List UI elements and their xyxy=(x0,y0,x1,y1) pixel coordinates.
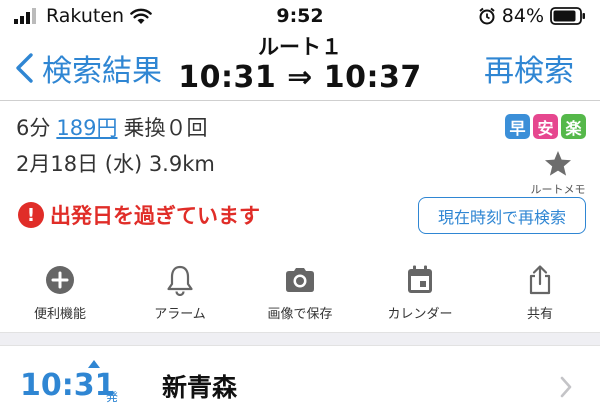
status-bar: Rakuten 9:52 84% xyxy=(0,0,600,34)
departure-tag: 発 xyxy=(106,390,119,404)
bell-icon xyxy=(167,265,193,296)
route-memo-button[interactable]: ルートメモ xyxy=(530,150,586,197)
alarm-button[interactable]: アラーム xyxy=(120,264,240,326)
transfer-count: 乗換０回 xyxy=(123,116,208,140)
camera-icon xyxy=(286,268,314,292)
badge-fastest: 早 xyxy=(505,114,530,139)
calendar-button[interactable]: カレンダー xyxy=(360,264,480,326)
star-icon xyxy=(545,151,571,176)
utility-button[interactable]: 便利機能 xyxy=(0,264,120,326)
section-separator xyxy=(0,332,600,346)
date-warning: ! 出発日を過ぎています xyxy=(18,200,260,230)
plus-circle-icon xyxy=(46,266,74,294)
caret-up-icon xyxy=(88,360,100,368)
route-memo-label: ルートメモ xyxy=(530,183,586,196)
search-now-button[interactable]: 現在時刻で再検索 xyxy=(418,197,586,234)
route-header: ルート１ 10:31 ⇒ 10:37 xyxy=(150,34,450,96)
battery-icon xyxy=(550,7,585,25)
route-times: 10:31 ⇒ 10:37 xyxy=(178,60,422,95)
navigation-bar: 検索結果 ルート１ 10:31 ⇒ 10:37 再検索 xyxy=(0,34,600,100)
calendar-label: カレンダー xyxy=(387,307,453,322)
fare-link[interactable]: 189円 xyxy=(56,112,117,142)
share-label: 共有 xyxy=(526,307,553,322)
back-button[interactable]: 検索結果 xyxy=(14,46,162,90)
badge-cheapest: 安 xyxy=(533,114,558,139)
battery-percent: 84% xyxy=(501,5,544,27)
nav-divider xyxy=(0,100,600,101)
research-button[interactable]: 再検索 xyxy=(484,46,574,90)
route-title: ルート１ xyxy=(258,35,342,59)
departure-row[interactable]: 10:31 発 新青森 xyxy=(0,346,600,405)
share-button[interactable]: 共有 xyxy=(480,264,600,326)
warning-text: 出発日を過ぎています xyxy=(50,204,260,228)
chevron-right-icon xyxy=(560,376,572,398)
route-summary: 6分 189円 乗換０回 xyxy=(16,112,207,142)
route-badges: 早 安 楽 xyxy=(505,114,586,139)
duration: 6分 xyxy=(16,116,51,140)
share-icon xyxy=(529,265,551,295)
departure-time: 10:31 xyxy=(20,368,116,403)
chevron-left-icon xyxy=(16,53,33,83)
date-distance: 2月18日 (水) 3.9km xyxy=(16,152,215,176)
badge-easiest: 楽 xyxy=(561,114,586,139)
utility-label: 便利機能 xyxy=(33,307,86,322)
action-toolbar: 便利機能 アラーム 画像で保存 カレンダー 共有 xyxy=(0,264,600,326)
station-name: 新青森 xyxy=(162,373,238,402)
back-label: 検索結果 xyxy=(42,54,162,89)
save-image-button[interactable]: 画像で保存 xyxy=(240,264,360,326)
exclamation-icon: ! xyxy=(18,202,44,228)
save-image-label: 画像で保存 xyxy=(267,307,333,322)
calendar-icon xyxy=(408,265,432,293)
status-right: 84% xyxy=(478,5,586,27)
alarm-label: アラーム xyxy=(154,307,206,322)
alarm-icon xyxy=(479,7,495,25)
